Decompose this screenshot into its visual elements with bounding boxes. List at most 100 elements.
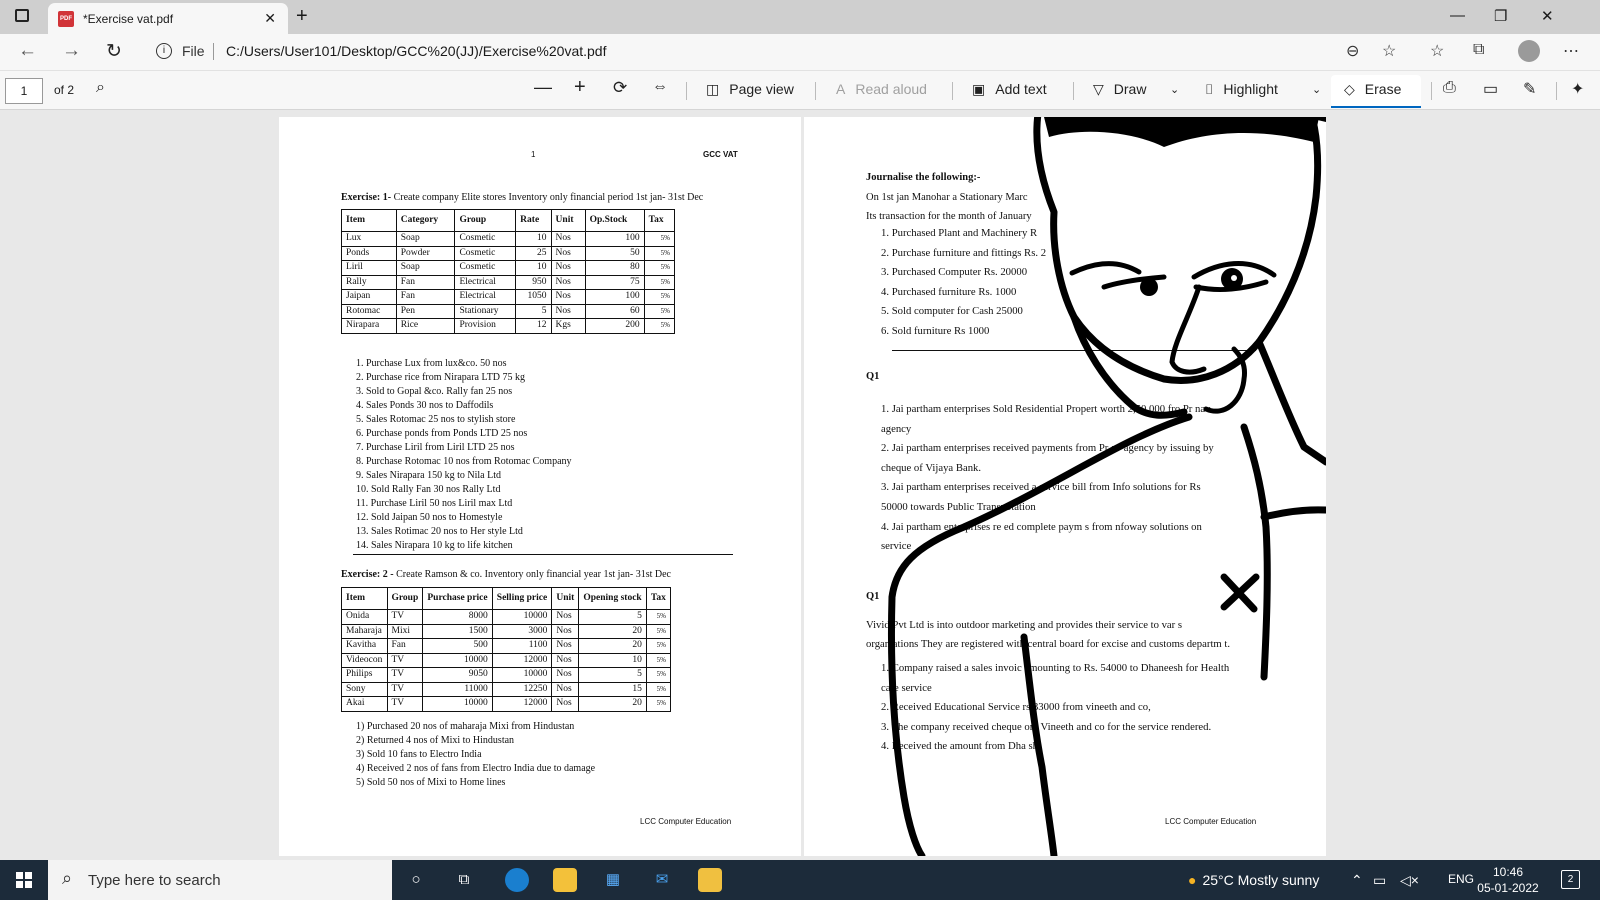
table-row: Jaipan Fan Electrical 1050 Nos 100 5% xyxy=(341,289,676,305)
network-icon[interactable]: ▭ xyxy=(1373,872,1386,889)
zoom-in-icon[interactable]: + xyxy=(574,76,586,99)
pdf-toolbar: 1 of 2 ⌕ — + ⟳ ⇔ ◫ Page view A Read aloud … xyxy=(0,70,1600,110)
table-cell: Liril xyxy=(341,260,397,276)
rotate-icon[interactable]: ⟳ xyxy=(613,78,627,98)
page-number-input[interactable]: 1 xyxy=(5,78,43,104)
highlight-dropdown-chevron-icon[interactable]: ⌄ xyxy=(1312,83,1321,96)
table-cell: 5% xyxy=(643,245,676,261)
draw-button[interactable]: ▽ Draw xyxy=(1093,81,1146,98)
table-cell: 20 xyxy=(578,623,647,639)
find-icon[interactable]: ⌕ xyxy=(96,79,105,97)
refresh-icon[interactable]: ↻ xyxy=(106,40,122,63)
table-cell: 20 xyxy=(578,696,647,712)
windows-taskbar: ⌕ Type here to search ○ ⧉ ▦ ✉ ● 25°C Most… xyxy=(0,860,1600,900)
inventory-table-2: Item Group Purchase price Selling price Unit… xyxy=(341,587,672,712)
fit-page-icon[interactable]: ⇔ xyxy=(652,78,668,96)
add-favorite-icon[interactable]: ☆ xyxy=(1382,41,1396,61)
url-field[interactable]: C:/Users/User101/Desktop/GCC%20(JJ)/Exer… xyxy=(226,43,606,59)
list-item: 6. Purchase ponds from Ponds LTD 25 nos xyxy=(356,428,528,439)
table-cell: 60 xyxy=(584,303,645,319)
minimize-button[interactable]: — xyxy=(1450,7,1465,24)
print-icon[interactable]: ⎙ xyxy=(1443,79,1456,97)
highlight-button[interactable]: ⌷ Highlight xyxy=(1205,81,1278,98)
table-cell: Electrical xyxy=(454,289,517,305)
close-window-button[interactable]: ✕ xyxy=(1541,7,1554,25)
file-explorer-icon[interactable] xyxy=(553,868,577,892)
weather-widget[interactable]: ● 25°C Mostly sunny xyxy=(1188,872,1319,888)
save-icon[interactable]: ▭ xyxy=(1483,79,1498,99)
table-row: Kavitha Fan 500 1100 Nos 20 5% xyxy=(341,638,672,654)
app-icon[interactable] xyxy=(698,868,722,892)
draw-label: Draw xyxy=(1113,81,1147,97)
exercise-1-list: 1. Purchase Lux from lux&co. 50 nos 2. Pu… xyxy=(356,357,572,553)
list-item: 2) Returned 4 nos of Mixi to Hindustan xyxy=(356,735,515,746)
back-icon[interactable]: ← xyxy=(18,40,37,62)
show-hidden-icons-chevron-icon[interactable]: ⌃ xyxy=(1351,872,1363,889)
tab-close-icon[interactable]: ✕ xyxy=(264,10,276,27)
list-item: 3) Sold 10 fans to Electro India xyxy=(356,749,482,760)
table-cell: Nos xyxy=(550,303,586,319)
table-cell: 5% xyxy=(643,303,676,319)
erase-active-indicator xyxy=(1331,106,1421,108)
table-cell: Pen xyxy=(395,303,456,319)
table-cell: 8000 xyxy=(422,609,493,625)
table-cell: Mixi xyxy=(386,623,424,639)
draw-dropdown-chevron-icon[interactable]: ⌄ xyxy=(1170,83,1179,96)
table-cell: 12 xyxy=(515,318,552,334)
table-cell: Nirapara xyxy=(341,318,397,334)
erase-button[interactable]: ◇ Erase xyxy=(1344,81,1401,98)
table-cell: 5% xyxy=(645,638,672,654)
add-text-icon: ▣ xyxy=(972,81,986,97)
forward-icon[interactable]: → xyxy=(62,40,81,62)
page-view-button[interactable]: ◫ Page view xyxy=(706,81,794,98)
mail-icon[interactable]: ✉ xyxy=(650,868,674,892)
add-text-button[interactable]: ▣ Add text xyxy=(972,81,1047,98)
table-row: Lux Soap Cosmetic 10 Nos 100 5% xyxy=(341,231,676,247)
clock-time: 10:46 xyxy=(1492,865,1524,879)
taskbar-clock[interactable]: 10:46 05-01-2022 xyxy=(1468,864,1548,896)
save-as-icon[interactable]: ✎ xyxy=(1523,79,1536,99)
profile-avatar[interactable] xyxy=(1518,40,1540,62)
store-icon[interactable]: ▦ xyxy=(601,868,625,892)
address-bar: ← → ↻ i File C:/Users/User101/Desktop/GC… xyxy=(0,34,1600,70)
favorites-icon[interactable]: ☆ xyxy=(1430,41,1444,61)
zoom-icon[interactable]: ⊖ xyxy=(1346,41,1359,61)
table-cell: TV xyxy=(386,696,424,712)
toolbar-divider xyxy=(686,82,687,100)
collections-icon[interactable]: ⧉ xyxy=(1473,41,1484,59)
table-cell: TV xyxy=(386,667,424,683)
cortana-icon[interactable]: ○ xyxy=(404,868,428,892)
info-icon[interactable]: i xyxy=(156,43,172,59)
volume-muted-icon[interactable]: ◁× xyxy=(1400,872,1419,889)
table-cell: 5% xyxy=(643,231,676,247)
browser-tab[interactable]: PDF *Exercise vat.pdf ✕ xyxy=(48,3,288,34)
table-cell: 5% xyxy=(645,623,672,639)
more-menu-icon[interactable]: ⋯ xyxy=(1563,41,1579,61)
table-cell: 5% xyxy=(645,667,672,683)
start-windows-icon[interactable] xyxy=(16,872,32,888)
read-aloud-button[interactable]: A Read aloud xyxy=(836,81,927,97)
table-cell: 20 xyxy=(578,638,647,654)
pin-toolbar-icon[interactable]: ✦ xyxy=(1571,79,1584,99)
edge-browser-icon[interactable] xyxy=(505,868,529,892)
table-cell: Cosmetic xyxy=(454,245,517,261)
new-tab-icon[interactable]: + xyxy=(296,5,308,28)
task-view-icon[interactable]: ⧉ xyxy=(452,868,476,892)
face-doodle-drawing[interactable] xyxy=(804,117,1326,856)
table-cell: 15 xyxy=(578,681,647,697)
table-cell: 200 xyxy=(584,318,645,334)
erase-label: Erase xyxy=(1364,81,1402,97)
pdf-page-1: 1 GCC VAT Exercise: 1- Create company El… xyxy=(279,117,801,856)
table-cell: Nos xyxy=(551,623,580,639)
table-cell: 10 xyxy=(515,260,552,276)
notification-center-icon[interactable]: 2 xyxy=(1561,870,1580,889)
restore-button[interactable]: ❐ xyxy=(1494,7,1507,25)
table-cell: Stationary xyxy=(454,303,517,319)
table-header-cell: Tax xyxy=(645,587,672,610)
table-cell: TV xyxy=(386,681,424,697)
sidebar-toggle-icon[interactable] xyxy=(15,9,29,22)
page-footer: LCC Computer Education xyxy=(640,817,732,826)
table-cell: 12000 xyxy=(491,696,553,712)
zoom-out-icon[interactable]: — xyxy=(534,77,552,98)
taskbar-search-box[interactable]: ⌕ Type here to search xyxy=(48,860,392,900)
